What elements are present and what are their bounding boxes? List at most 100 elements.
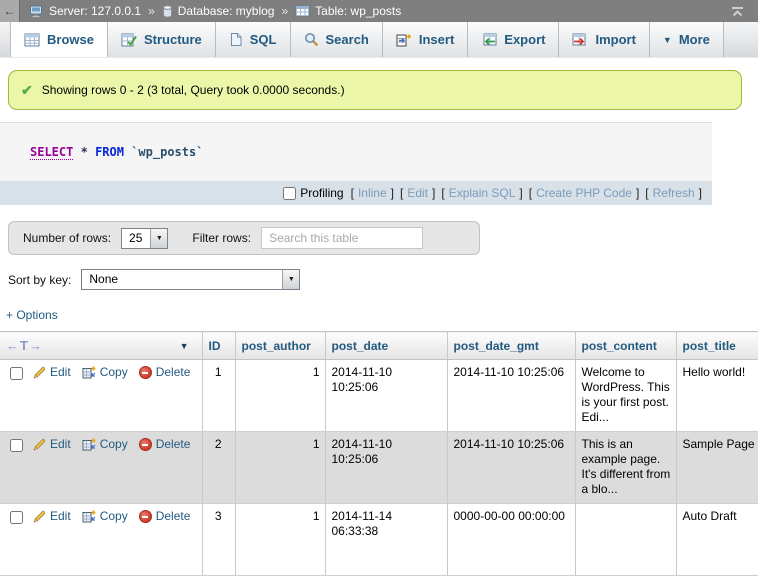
delete-link[interactable]: Delete xyxy=(139,437,191,452)
explain-sql-link[interactable]: Explain SQL xyxy=(449,186,516,200)
edit-link[interactable]: Edit xyxy=(33,437,71,452)
query-toolbar: Profiling [ Inline ] [ Edit ] [ Explain … xyxy=(0,181,712,205)
copy-link[interactable]: Copy xyxy=(82,365,128,380)
create-php-code-link[interactable]: Create PHP Code xyxy=(536,186,632,200)
number-of-rows-label: Number of rows: xyxy=(23,231,111,245)
bracket: ] xyxy=(430,186,437,200)
cell-post-title: Sample Page xyxy=(676,432,758,504)
breadcrumb-bar: ← Server: 127.0.0.1 » Database: myblog »… xyxy=(0,0,758,22)
results-table: ←T→ ▼ ID post_author post_date post_date… xyxy=(0,331,758,576)
breadcrumb-server[interactable]: Server: 127.0.0.1 xyxy=(49,4,141,18)
nav-panel-toggle[interactable]: ← xyxy=(0,0,20,22)
tab-sql[interactable]: SQL xyxy=(216,22,291,57)
row-checkbox[interactable] xyxy=(10,511,23,524)
copy-link[interactable]: Copy xyxy=(82,437,128,452)
cell-post-date-gmt: 0000-00-00 00:00:00 xyxy=(447,504,575,576)
row-checkbox[interactable] xyxy=(10,439,23,452)
cell-post-author: 1 xyxy=(235,504,325,576)
header-post-author[interactable]: post_author xyxy=(235,332,325,360)
browse-icon xyxy=(24,33,40,47)
cell-post-title: Auto Draft xyxy=(676,504,758,576)
cell-post-content: This is an example page. It's different … xyxy=(575,432,676,504)
bracket: ] xyxy=(517,186,524,200)
table-body: Edit Copy Delete 1 1 2014-11-10 10:25:06… xyxy=(0,360,758,576)
profiling-label-text: Profiling xyxy=(300,186,343,200)
header-row: ←T→ ▼ ID post_author post_date post_date… xyxy=(0,332,758,360)
edit-label: Edit xyxy=(50,509,71,524)
edit-query-link[interactable]: Edit xyxy=(407,186,428,200)
delete-link[interactable]: Delete xyxy=(139,365,191,380)
collapse-top-icon[interactable] xyxy=(731,6,758,17)
sort-by-key-select[interactable]: None ▼ xyxy=(81,269,300,290)
bracket: ] xyxy=(389,186,396,200)
copy-row-icon xyxy=(82,366,96,379)
header-post-content[interactable]: post_content xyxy=(575,332,676,360)
filter-rows-input[interactable] xyxy=(261,227,423,249)
tab-label: Insert xyxy=(419,32,454,47)
bracket: [ xyxy=(643,186,650,200)
table-row: Edit Copy Delete 1 1 2014-11-10 10:25:06… xyxy=(0,360,758,432)
breadcrumb: Server: 127.0.0.1 » Database: myblog » T… xyxy=(20,4,401,18)
cell-id: 3 xyxy=(202,504,235,576)
bracket: [ xyxy=(349,186,356,200)
table-row: Edit Copy Delete 2 1 2014-11-10 10:25:06… xyxy=(0,432,758,504)
structure-icon xyxy=(121,33,137,47)
edit-link[interactable]: Edit xyxy=(33,365,71,380)
tab-export[interactable]: Export xyxy=(468,22,559,57)
delete-link[interactable]: Delete xyxy=(139,509,191,524)
tab-more[interactable]: ▼ More xyxy=(650,22,724,57)
sql-table-name: `wp_posts` xyxy=(131,145,203,159)
edit-label: Edit xyxy=(50,365,71,380)
breadcrumb-database[interactable]: Database: myblog xyxy=(178,4,275,18)
copy-link[interactable]: Copy xyxy=(82,509,128,524)
bracket: [ xyxy=(439,186,446,200)
tab-label: Export xyxy=(504,32,545,47)
edit-label: Edit xyxy=(50,437,71,452)
delete-icon xyxy=(139,366,152,379)
cell-actions: Edit Copy Delete xyxy=(0,504,202,576)
sql-star: * xyxy=(81,145,88,159)
profiling-label: Profiling xyxy=(283,186,343,200)
breadcrumb-table[interactable]: Table: wp_posts xyxy=(315,4,401,18)
with-selected-arrow-icon[interactable]: ▼ xyxy=(180,341,189,351)
cell-post-author: 1 xyxy=(235,432,325,504)
header-post-title[interactable]: post_title xyxy=(676,332,758,360)
display-direction-control[interactable]: ←T→ xyxy=(6,338,43,353)
inline-link[interactable]: Inline xyxy=(358,186,387,200)
refresh-link[interactable]: Refresh xyxy=(653,186,695,200)
tab-browse[interactable]: Browse xyxy=(10,22,108,57)
delete-icon xyxy=(139,510,152,523)
delete-label: Delete xyxy=(156,509,191,524)
cell-post-content: Welcome to WordPress. This is your first… xyxy=(575,360,676,432)
success-check-icon: ✔ xyxy=(21,83,33,97)
tab-import[interactable]: Import xyxy=(559,22,649,57)
profiling-checkbox[interactable] xyxy=(283,187,296,200)
sql-icon xyxy=(229,32,243,47)
tab-label: Browse xyxy=(47,32,94,47)
options-toggle-link[interactable]: + Options xyxy=(6,308,58,322)
search-icon xyxy=(304,32,319,47)
tab-insert[interactable]: Insert xyxy=(383,22,468,57)
status-message-text: Showing rows 0 - 2 (3 total, Query took … xyxy=(42,83,345,97)
tab-filler xyxy=(724,22,758,57)
header-post-date-gmt[interactable]: post_date_gmt xyxy=(447,332,575,360)
export-icon xyxy=(481,33,497,47)
delete-icon xyxy=(139,438,152,451)
sql-query-section: SELECT * FROM `wp_posts` Profiling [ Inl… xyxy=(0,122,712,205)
back-arrow-icon: ← xyxy=(4,4,16,18)
edit-link[interactable]: Edit xyxy=(33,509,71,524)
sort-by-key-label: Sort by key: xyxy=(8,273,71,287)
select-arrow-icon: ▼ xyxy=(150,229,167,248)
bracket: ] xyxy=(697,186,704,200)
header-id[interactable]: ID xyxy=(202,332,235,360)
cell-post-date-gmt: 2014-11-10 10:25:06 xyxy=(447,360,575,432)
delete-label: Delete xyxy=(156,365,191,380)
tab-search[interactable]: Search xyxy=(291,22,383,57)
header-post-date[interactable]: post_date xyxy=(325,332,447,360)
cell-post-date-gmt: 2014-11-10 10:25:06 xyxy=(447,432,575,504)
sql-keyword-select[interactable]: SELECT xyxy=(30,145,73,160)
number-of-rows-select[interactable]: 25 ▼ xyxy=(121,228,168,249)
cell-post-content xyxy=(575,504,676,576)
tab-structure[interactable]: Structure xyxy=(108,22,216,57)
row-checkbox[interactable] xyxy=(10,367,23,380)
